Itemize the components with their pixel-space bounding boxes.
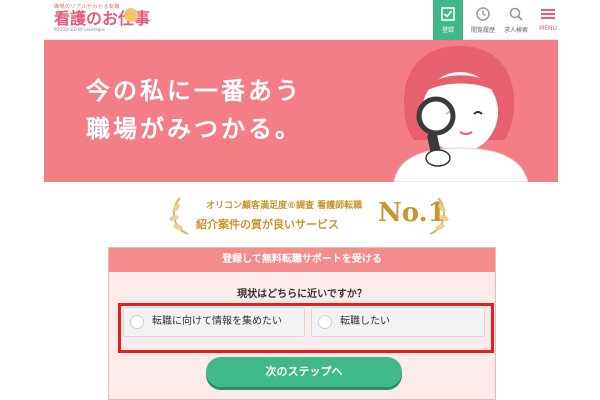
award-line-2: 紹介案件の質が良いサービス	[196, 218, 339, 231]
menu-nav-button[interactable]: MENU	[532, 0, 564, 40]
menu-nav-label: MENU	[539, 25, 557, 32]
register-nav-button[interactable]: 登録	[433, 0, 463, 40]
hero-line-1: 今の私に一番あう	[86, 77, 302, 105]
search-icon	[509, 7, 523, 21]
award-badge: オリコン顧客満足度®調査 看護師転職 紹介案件の質が良いサービス No.1	[164, 188, 454, 242]
form-question: 現状はどちらに近いですか？	[237, 289, 367, 300]
search-nav-label: 求人検索	[503, 27, 528, 34]
register-nav-label: 登録	[441, 27, 454, 34]
site-header: 職場のリアルがわかる転職 看護のお仕事 PRODUCED BY Leverage…	[44, 0, 558, 40]
award-line-1: オリコン顧客満足度®調査 看護師転職	[206, 201, 363, 211]
options-highlight-box	[118, 303, 494, 353]
history-nav-label: 閲覧履歴	[470, 27, 495, 34]
award-section: オリコン顧客満足度®調査 看護師転職 紹介案件の質が良いサービス No.1	[44, 182, 558, 242]
laurel-left-icon	[169, 197, 189, 235]
search-nav-button[interactable]: 求人検索	[500, 0, 532, 40]
hero-headline: 今の私に一番あう 職場がみつかる。	[86, 72, 302, 148]
form-header: 登録して無料転職サポートを受ける	[109, 248, 495, 272]
hamburger-menu-icon	[541, 9, 555, 19]
hero-line-2: 職場がみつかる。	[86, 115, 302, 143]
nurse-with-magnifier-illustration	[393, 46, 529, 182]
history-icon	[476, 7, 490, 21]
logo-mascot-icon	[124, 8, 138, 22]
history-nav-button[interactable]: 閲覧履歴	[467, 0, 499, 40]
checkbox-icon	[441, 7, 455, 21]
hero-banner: 今の私に一番あう 職場がみつかる。	[44, 40, 558, 182]
next-step-button[interactable]: 次のステップへ	[206, 357, 402, 387]
laurel-right-icon	[429, 197, 449, 235]
